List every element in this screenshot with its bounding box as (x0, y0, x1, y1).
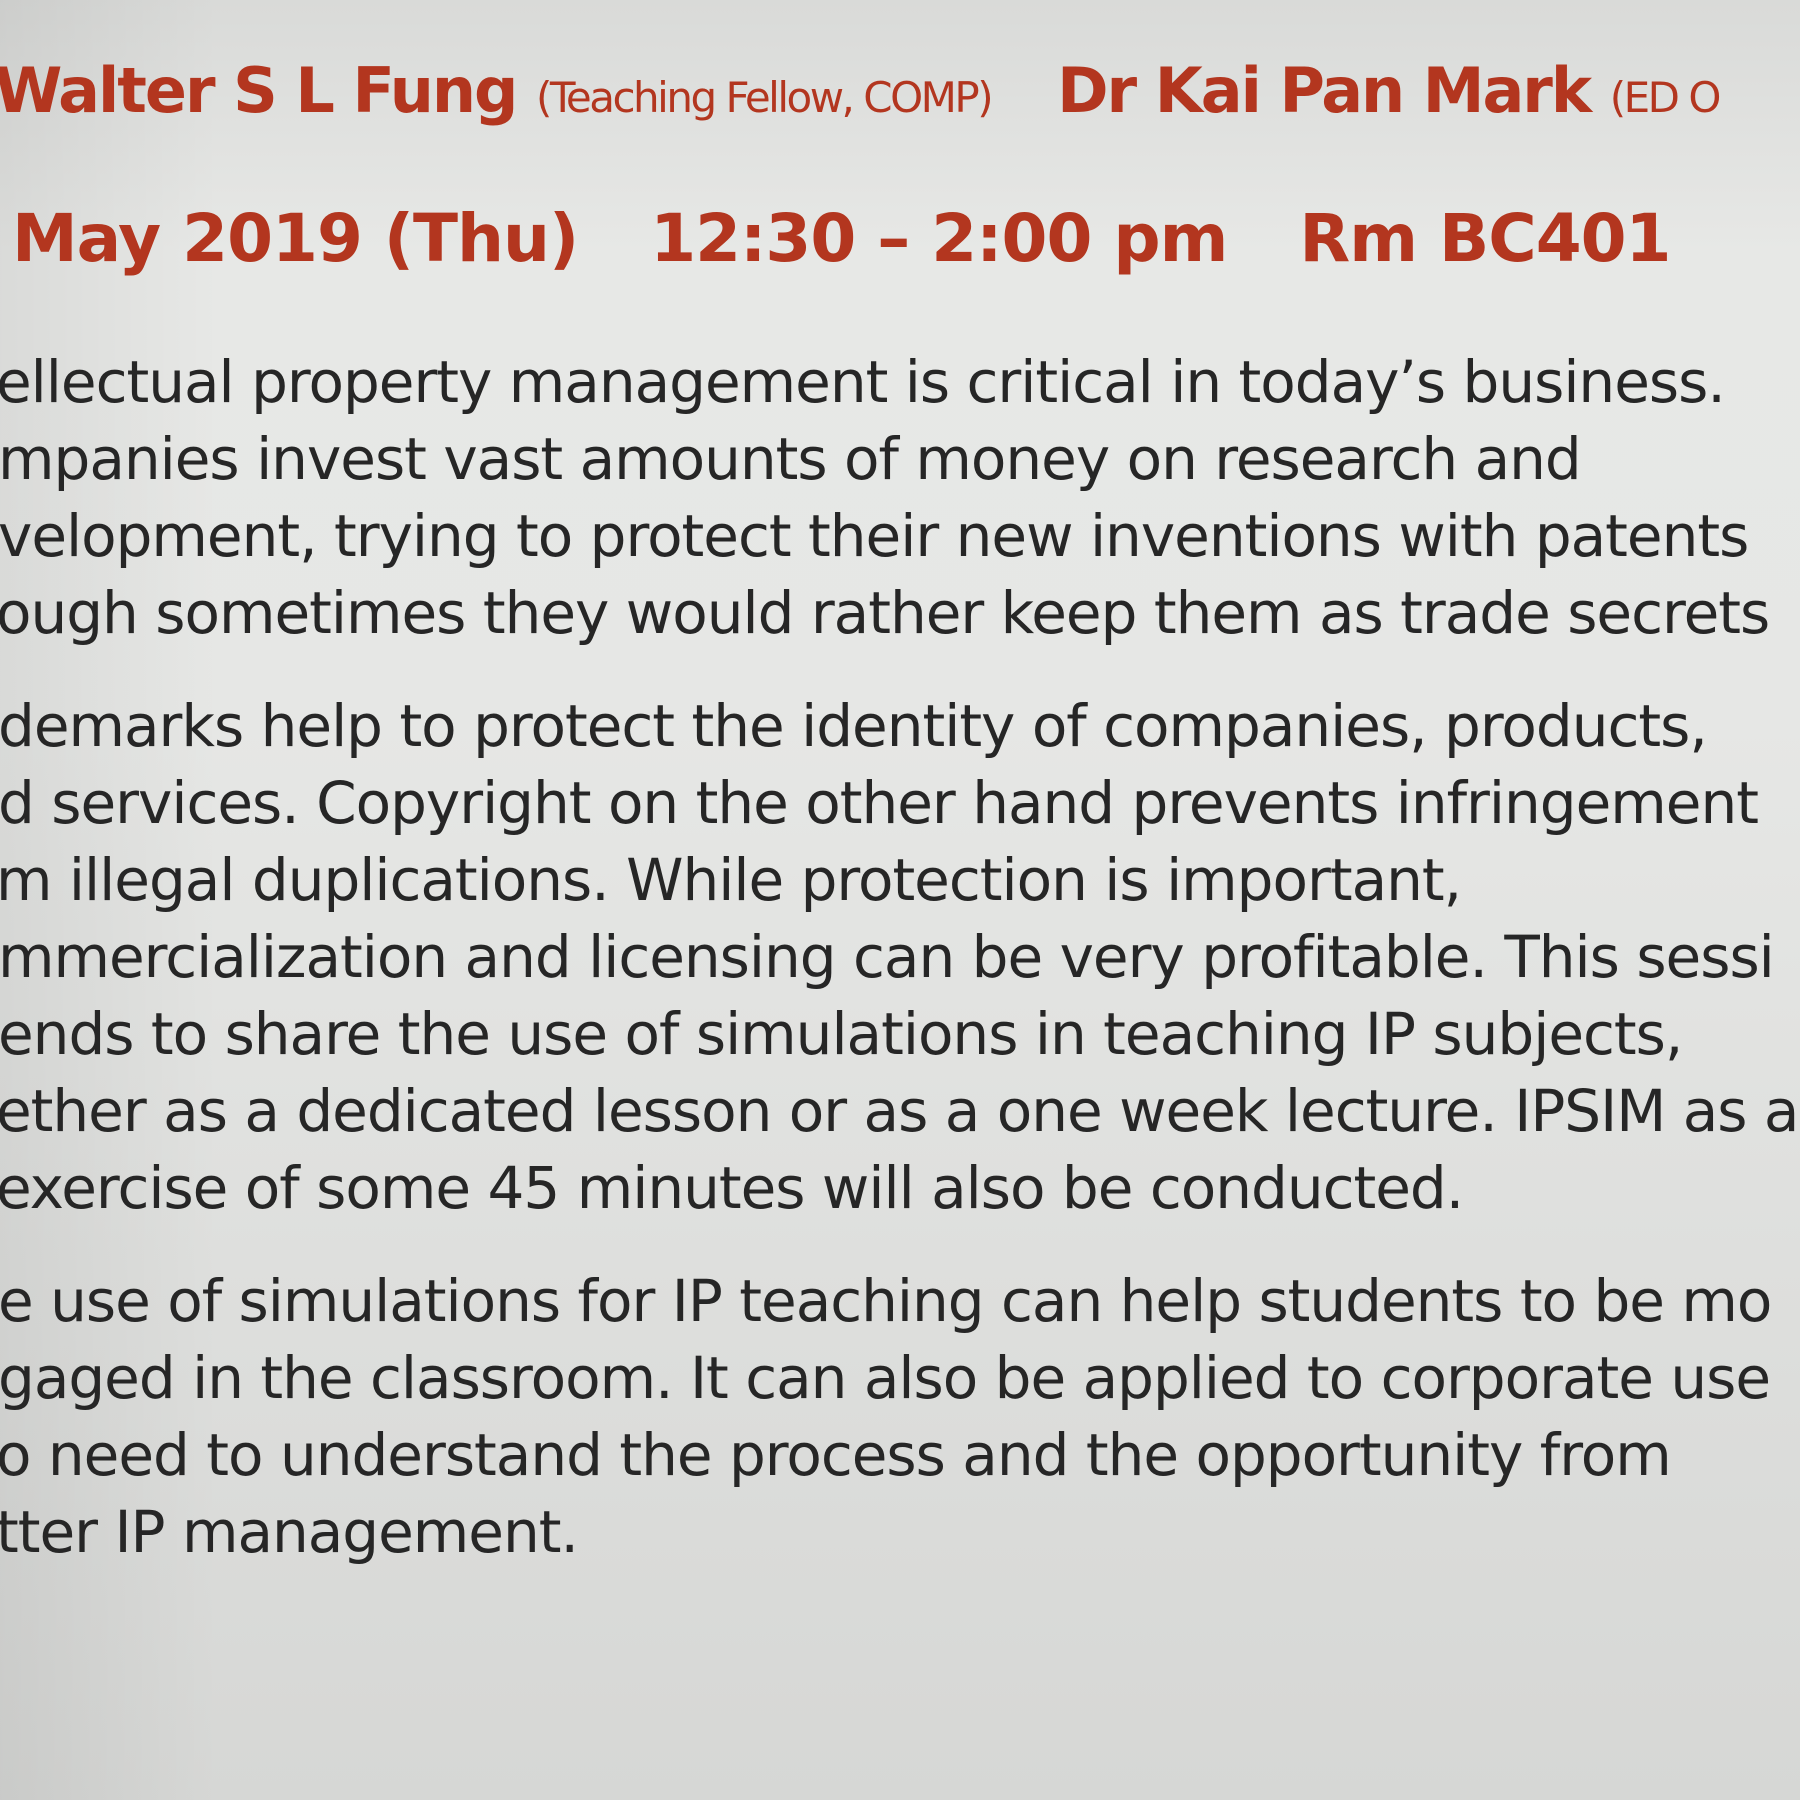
event-details-row: May 2019 (Thu) 12:30 – 2:00 pm Rm BC401 (12, 206, 1671, 272)
speaker-2-name: Dr Kai Pan Mark (1057, 54, 1592, 127)
body-line: gaged in the classroom. It can also be a… (0, 1344, 1771, 1412)
body-line: o need to understand the process and the… (0, 1421, 1672, 1489)
body-line: demarks help to protect the identity of … (0, 692, 1708, 760)
body-line: exercise of some 45 minutes will also be… (0, 1154, 1464, 1222)
body-line: ellectual property management is critica… (0, 348, 1726, 416)
body-line: d services. Copyright on the other hand … (0, 769, 1759, 837)
speaker-2-affiliation: (ED O (1609, 73, 1722, 122)
body-line: m illegal duplications. While protection… (0, 846, 1462, 914)
body-line: ough sometimes they would rather keep th… (0, 579, 1770, 647)
event-room: Rm BC401 (1299, 200, 1671, 277)
body-line: velopment, trying to protect their new i… (0, 502, 1749, 570)
body-line: e use of simulations for IP teaching can… (0, 1267, 1772, 1335)
event-time: 12:30 – 2:00 pm (650, 200, 1228, 277)
speaker-row: Walter S L Fung (Teaching Fellow, COMP) D… (0, 60, 1722, 122)
body-line: ends to share the use of simulations in … (0, 1000, 1683, 1068)
body-line: ether as a dedicated lesson or as a one … (0, 1077, 1799, 1145)
body-line: mpanies invest vast amounts of money on … (0, 425, 1582, 493)
event-date: May 2019 (Thu) (12, 200, 579, 277)
speaker-1-affiliation: (Teaching Fellow, COMP) (535, 73, 994, 122)
speaker-1-name: Walter S L Fung (0, 54, 518, 127)
body-line: mmercialization and licensing can be ver… (0, 923, 1775, 991)
body-line: tter IP management. (0, 1498, 579, 1566)
